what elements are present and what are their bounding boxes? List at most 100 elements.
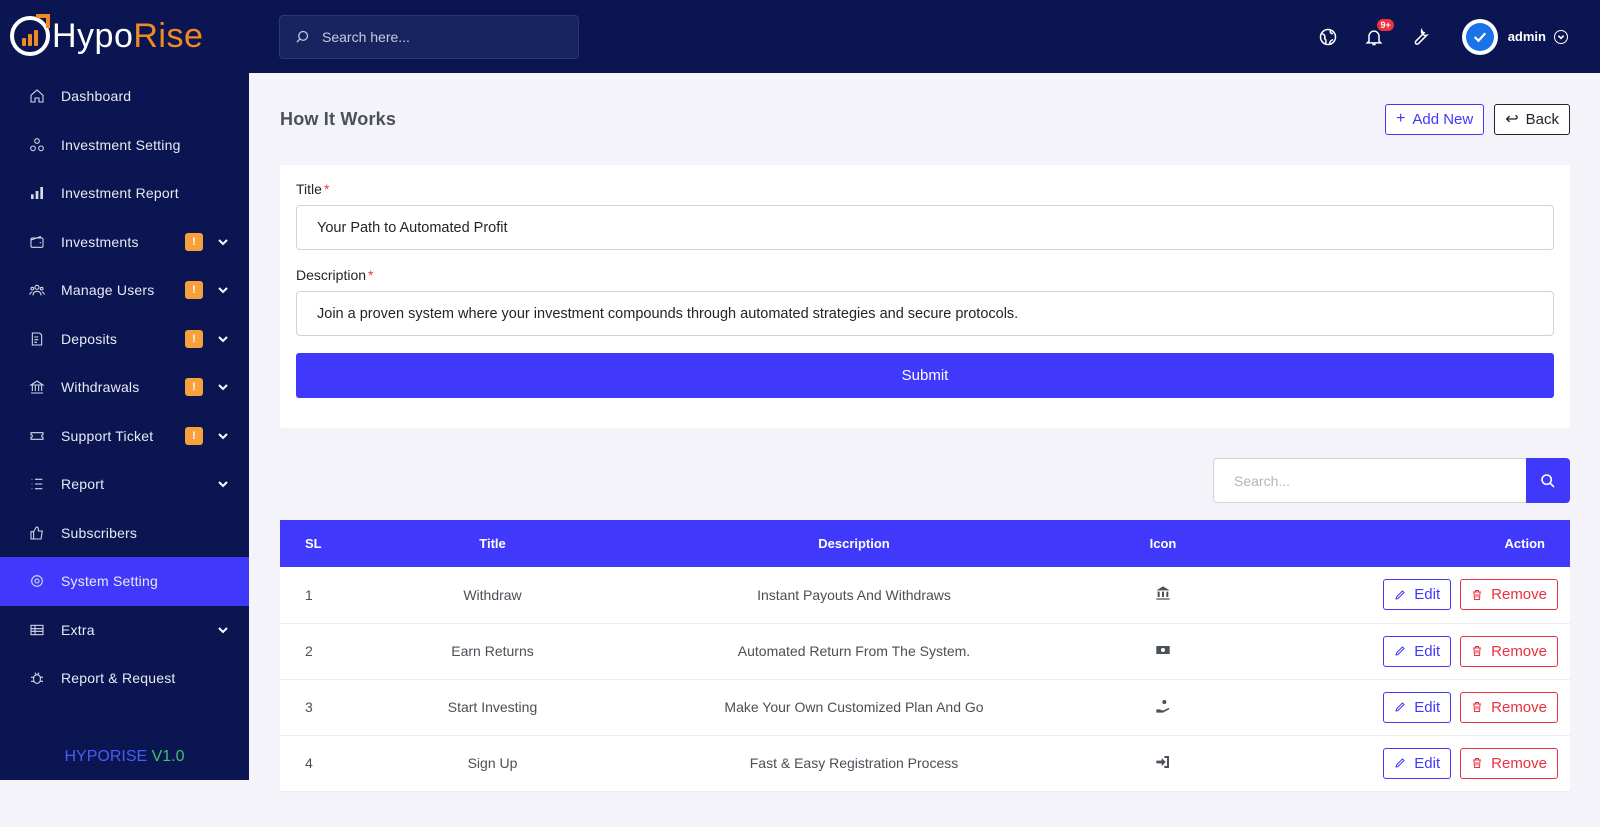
pencil-icon	[1395, 758, 1405, 768]
avatar[interactable]	[1461, 18, 1498, 55]
description-field[interactable]	[296, 291, 1554, 336]
table-search-button[interactable]	[1526, 458, 1570, 503]
wrench-icon[interactable]	[1408, 25, 1432, 49]
table-search	[280, 458, 1570, 503]
cell-description: Automated Return From The System.	[737, 643, 971, 659]
sidebar-item-support-ticket[interactable]: Support Ticket !	[0, 412, 249, 461]
sidebar-item-label: Investments	[61, 233, 139, 250]
sidebar-item-report[interactable]: Report	[0, 460, 249, 509]
bank-icon	[28, 378, 46, 396]
globe-icon[interactable]	[1316, 25, 1340, 49]
cell-description: Instant Payouts And Withdraws	[757, 586, 951, 603]
cell-sl: 4	[305, 755, 313, 771]
notification-count-badge: 9+	[1377, 18, 1394, 31]
sidebar-item-label: Dashboard	[61, 88, 132, 105]
top-header: 9+ admin	[249, 0, 1600, 73]
brand-logo[interactable]: HypoRise	[0, 0, 249, 72]
sidebar-item-investment-setting[interactable]: Investment Setting	[0, 121, 249, 170]
how-it-works-table: SL Title Description Icon Action 1 Withd…	[280, 520, 1570, 792]
chevron-down-icon[interactable]	[1554, 29, 1568, 44]
chevron-down-icon	[217, 284, 229, 296]
sidebar-item-subscribers[interactable]: Subscribers	[0, 509, 249, 558]
table-row: 3 Start Investing Make Your Own Customiz…	[280, 679, 1570, 735]
app-version: HYPORISE V1.0	[64, 748, 185, 765]
sidebar-item-label: Investment Report	[61, 185, 179, 202]
bell-icon[interactable]: 9+	[1362, 18, 1394, 49]
cell-title: Start Investing	[447, 699, 538, 715]
logo-icon	[10, 14, 50, 56]
sidebar-item-investments[interactable]: Investments !	[0, 218, 249, 267]
sidebar-item-system-setting[interactable]: System Setting	[0, 557, 249, 606]
chevron-down-icon	[217, 333, 229, 345]
sidebar-item-label: Deposits	[61, 330, 118, 347]
table-search-input[interactable]	[1213, 458, 1526, 503]
cell-title: Withdraw	[463, 586, 522, 603]
plus-icon: +	[1396, 110, 1406, 127]
submit-button[interactable]: Submit	[296, 353, 1554, 398]
user-name[interactable]: admin	[1508, 29, 1546, 44]
sidebar-item-manage-users[interactable]: Manage Users !	[0, 266, 249, 315]
table-row: 2 Earn Returns Automated Return From The…	[280, 623, 1570, 679]
description-label: Description *	[296, 267, 374, 283]
title-field[interactable]	[296, 205, 1554, 250]
sidebar-item-label: Support Ticket	[61, 427, 154, 444]
alert-badge: !	[185, 378, 203, 397]
cell-sl: 3	[305, 699, 313, 715]
remove-button[interactable]: Remove	[1460, 747, 1558, 779]
page-title: How It Works	[280, 108, 397, 129]
sidebar-item-extra[interactable]: Extra	[0, 606, 249, 655]
pencil-icon	[1395, 590, 1405, 600]
cell-title: Earn Returns	[451, 643, 534, 659]
nodes-icon	[28, 136, 46, 154]
global-search-input[interactable]	[322, 28, 562, 45]
search-icon	[296, 30, 309, 43]
column-header-title: Title	[479, 536, 506, 551]
main-content: How It Works +Add New ↩Back Title* Descr…	[280, 73, 1570, 792]
alert-badge: !	[185, 281, 203, 300]
back-arrow-icon: ↩	[1505, 111, 1519, 128]
edit-button[interactable]: Edit	[1383, 691, 1452, 723]
list-icon	[28, 475, 46, 493]
remove-button[interactable]: Remove	[1460, 691, 1558, 723]
column-header-description: Description	[818, 536, 890, 551]
sidebar-item-investment-report[interactable]: Investment Report	[0, 169, 249, 218]
page-actions: + Add New ↩ Back	[1385, 103, 1570, 135]
chevron-down-icon	[217, 624, 229, 636]
sidebar-item-report-request[interactable]: Report & Request	[0, 654, 249, 703]
page-header: How It Works + Add New ↩ Back	[280, 73, 1570, 165]
sidebar-item-label: Extra	[61, 621, 95, 638]
sidebar-item-label: Withdrawals	[61, 379, 140, 396]
cell-sl: 1	[305, 586, 313, 603]
remove-button[interactable]: Remove	[1460, 635, 1558, 667]
cell-title: Sign Up	[467, 755, 518, 771]
ticket-icon	[28, 427, 46, 445]
remove-button[interactable]: Remove	[1460, 579, 1558, 611]
sidebar-item-label: Subscribers	[61, 524, 138, 541]
money-icon	[1155, 645, 1171, 661]
trash-icon	[1473, 758, 1482, 768]
header-actions: 9+ admin	[1294, 18, 1600, 55]
edit-button[interactable]: Edit	[1383, 635, 1452, 667]
sidebar-item-dashboard[interactable]: Dashboard	[0, 72, 249, 121]
search-icon	[1541, 473, 1555, 488]
wallet-icon	[28, 233, 46, 251]
sidebar: HypoRise Dashboard Investment Setting In…	[0, 0, 249, 780]
edit-button[interactable]: Edit	[1383, 579, 1452, 611]
column-header-action: Action	[1504, 536, 1545, 551]
sidebar-item-withdrawals[interactable]: Withdrawals !	[0, 363, 249, 412]
back-button[interactable]: ↩ Back	[1494, 103, 1570, 135]
bank-icon	[1155, 586, 1171, 604]
sidebar-item-label: System Setting	[61, 573, 158, 590]
chevron-down-icon	[217, 478, 229, 490]
bug-icon	[28, 669, 46, 687]
chevron-down-icon	[217, 236, 229, 248]
column-header-sl: SL	[305, 536, 322, 551]
check-icon	[1465, 22, 1494, 51]
edit-button[interactable]: Edit	[1383, 747, 1452, 779]
pencil-icon	[1395, 702, 1405, 712]
table-row: 4 Sign Up Fast & Easy Registration Proce…	[280, 735, 1570, 791]
thumb-up-icon	[28, 524, 46, 542]
cell-sl: 2	[305, 643, 313, 659]
sidebar-item-deposits[interactable]: Deposits !	[0, 315, 249, 364]
add-new-button[interactable]: + Add New	[1385, 103, 1485, 135]
